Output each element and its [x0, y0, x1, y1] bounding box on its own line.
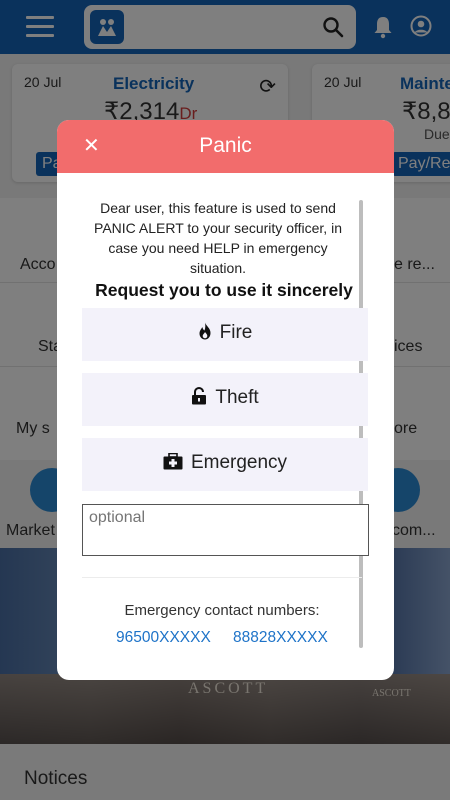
theft-alert-button[interactable]: Theft [82, 373, 368, 426]
theft-label: Theft [215, 387, 259, 408]
divider [82, 577, 362, 578]
dialog-header: ✕ Panic [57, 120, 394, 173]
fire-alert-button[interactable]: Fire [82, 308, 368, 361]
emergency-label: Emergency [190, 452, 288, 473]
panic-dialog: ✕ Panic Dear user, this feature is used … [57, 120, 394, 680]
fire-label: Fire [219, 322, 253, 343]
panic-emphasis-text: Request you to use it sincerely [95, 280, 353, 300]
panic-info-message: Dear user, this feature is used to send … [94, 200, 342, 276]
lock-icon [192, 387, 207, 405]
phone-link-1[interactable]: 96500XXXXX [116, 629, 211, 647]
contact-numbers-heading: Emergency contact numbers: [124, 602, 320, 619]
dialog-title: Panic [199, 134, 252, 157]
fire-icon [199, 322, 211, 340]
phone-link-2[interactable]: 88828XXXXX [233, 629, 328, 647]
first-aid-icon [163, 453, 183, 470]
optional-note-input[interactable] [82, 504, 369, 556]
emergency-alert-button[interactable]: Emergency [82, 438, 368, 491]
